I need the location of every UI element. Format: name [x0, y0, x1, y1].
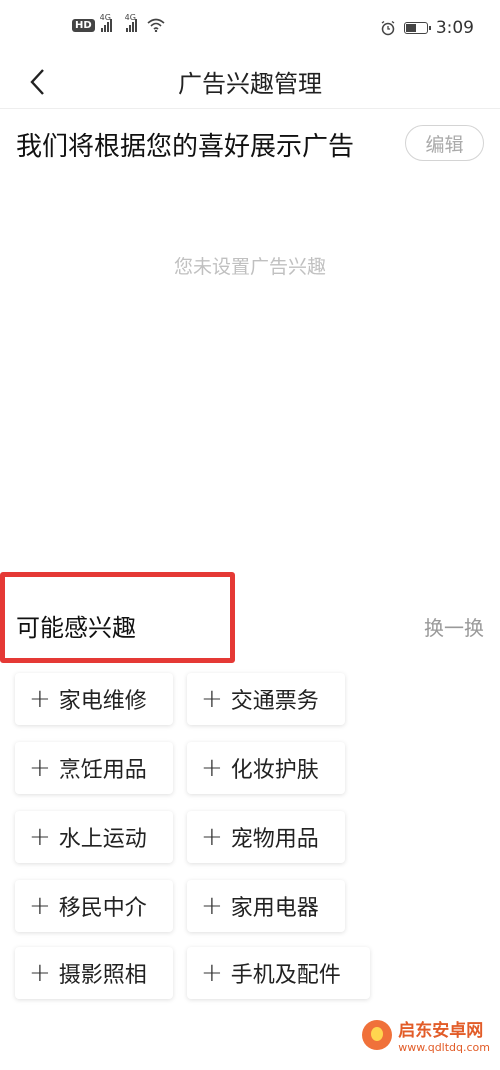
- tag-label: 水上运动: [58, 827, 147, 852]
- tag-chip[interactable]: + 手机及配件: [187, 947, 370, 999]
- plus-icon: +: [29, 891, 51, 921]
- watermark-logo-icon: [362, 1020, 393, 1050]
- plus-icon: +: [201, 753, 223, 783]
- page-title: 广告兴趣管理: [178, 70, 322, 98]
- battery-icon: [403, 22, 431, 34]
- edit-button[interactable]: 编辑: [405, 125, 484, 161]
- tag-label: 烹饪用品: [58, 758, 147, 783]
- tag-chip[interactable]: + 宠物用品: [187, 811, 345, 863]
- watermark: 启东安卓网 www.qdltdq.com: [362, 1016, 490, 1054]
- tag-label: 宠物用品: [230, 827, 319, 852]
- tag-label: 化妆护肤: [230, 758, 319, 783]
- tag-chip[interactable]: + 家电维修: [15, 673, 173, 725]
- watermark-title: 启东安卓网: [398, 1021, 484, 1041]
- tag-label: 手机及配件: [230, 963, 341, 988]
- tag-label: 交通票务: [230, 689, 319, 714]
- signal-icon: 4G: [100, 13, 112, 32]
- plus-icon: +: [201, 958, 223, 988]
- intro-text: 我们将根据您的喜好展示广告: [16, 132, 355, 162]
- plus-icon: +: [201, 822, 223, 852]
- alarm-icon: [381, 20, 395, 36]
- status-bar: HD 4G 4G 3:09: [0, 0, 500, 58]
- tag-chip[interactable]: + 家用电器: [187, 880, 345, 932]
- status-time: 3:09: [435, 18, 474, 38]
- signal-tag: 4G: [124, 12, 136, 22]
- tag-chip[interactable]: + 交通票务: [187, 673, 345, 725]
- watermark-url: www.qdltdq.com: [398, 1041, 490, 1054]
- tag-chip[interactable]: + 化妆护肤: [187, 742, 345, 794]
- tag-label: 摄影照相: [58, 963, 147, 988]
- plus-icon: +: [29, 753, 51, 783]
- tag-chip[interactable]: + 移民中介: [15, 880, 173, 932]
- tag-chip[interactable]: + 烹饪用品: [15, 742, 173, 794]
- plus-icon: +: [29, 684, 51, 714]
- empty-state-text: 您未设置广告兴趣: [173, 256, 326, 278]
- plus-icon: +: [29, 958, 51, 988]
- signal-tag: 4G: [99, 12, 111, 22]
- tag-label: 移民中介: [58, 896, 147, 921]
- hd-icon: HD: [72, 18, 95, 32]
- tag-label: 家用电器: [230, 896, 319, 921]
- tag-label: 家电维修: [58, 689, 147, 714]
- tag-chip[interactable]: + 水上运动: [15, 811, 173, 863]
- plus-icon: +: [29, 822, 51, 852]
- watermark-text: 启东安卓网 www.qdltdq.com: [398, 1016, 490, 1054]
- nav-bar: 广告兴趣管理: [0, 58, 500, 109]
- tag-chip[interactable]: + 摄影照相: [15, 947, 173, 999]
- section-title: 可能感兴趣: [16, 614, 136, 642]
- plus-icon: +: [201, 891, 223, 921]
- wifi-icon: [147, 18, 165, 32]
- plus-icon: +: [201, 684, 223, 714]
- signal-icon: 4G: [125, 13, 137, 32]
- status-left: HD 4G 4G: [72, 13, 165, 32]
- refresh-button[interactable]: 换一换: [424, 612, 484, 641]
- battery-fill: [405, 24, 416, 32]
- status-right: 3:09: [380, 18, 474, 38]
